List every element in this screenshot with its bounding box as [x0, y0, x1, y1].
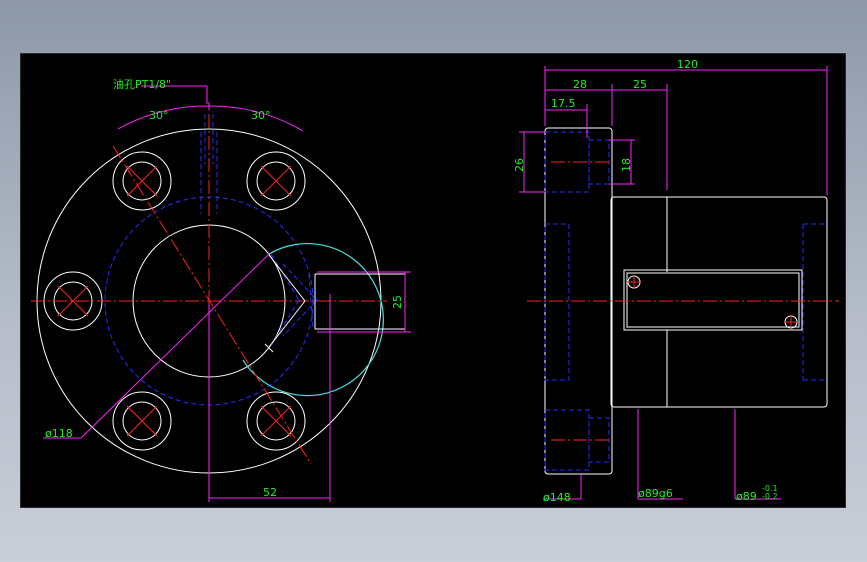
dia-118-label: ø118 — [45, 427, 73, 440]
dim-26-label: 26 — [513, 158, 526, 172]
front-view: 油孔PT1/8" 30° 30° ø118 52 25 — [31, 77, 411, 502]
diagonal-centerline — [112, 145, 312, 465]
dim-28-label: 28 — [573, 78, 587, 91]
angle-label-right: 30° — [251, 109, 271, 122]
dim-17-5-label: 17.5 — [551, 97, 576, 110]
dim-25-side-label: 25 — [633, 78, 647, 91]
side-body — [610, 196, 828, 408]
angle-label-left: 30° — [149, 109, 169, 122]
bore-inner-arc — [242, 243, 384, 397]
oil-hole-note: 油孔PT1/8" — [113, 77, 171, 91]
dia-148-label: ø148 — [543, 491, 571, 504]
dim-18-label: 18 — [620, 158, 633, 172]
cad-drawing-canvas[interactable]: 油孔PT1/8" 30° 30° ø118 52 25 120 28 25 17… — [20, 53, 846, 508]
side-return-tube — [623, 269, 803, 331]
dia-89-tol-label: ø89 — [736, 490, 757, 503]
dim-52-label: 52 — [263, 486, 277, 499]
dia-89-tol-lower: -0.2 — [762, 492, 778, 501]
cad-drawing: 油孔PT1/8" 30° 30° ø118 52 25 120 28 25 17… — [31, 58, 839, 504]
side-port-outline — [264, 254, 405, 353]
dia-89g6-label: ø89g6 — [638, 487, 673, 500]
side-view: 120 28 25 17.5 26 18 ø148 ø89g6 ø89 -0.1… — [513, 58, 839, 504]
dim-120-label: 120 — [677, 58, 698, 71]
dim-25-label: 25 — [391, 295, 404, 309]
